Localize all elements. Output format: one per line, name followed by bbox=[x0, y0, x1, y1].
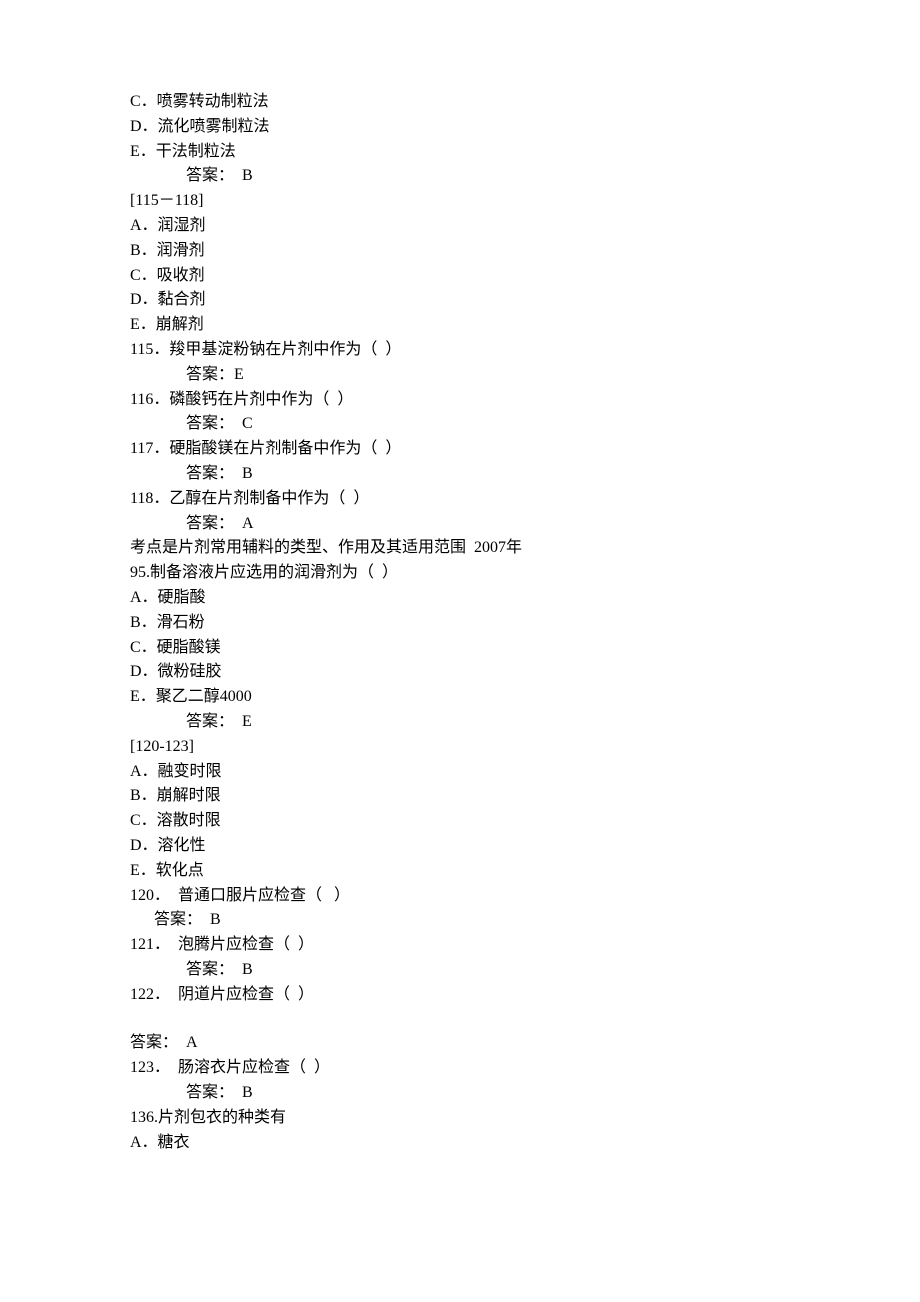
text-line bbox=[130, 1007, 790, 1031]
text-line: 答案： B bbox=[130, 462, 790, 487]
text-line: B．滑石粉 bbox=[130, 611, 790, 636]
text-line: 答案： A bbox=[130, 1031, 790, 1056]
text-line: 95.制备溶液片应选用的润滑剂为（ ） bbox=[130, 561, 790, 586]
text-line: 123． 肠溶衣片应检查（ ） bbox=[130, 1056, 790, 1081]
text-line: C．溶散时限 bbox=[130, 809, 790, 834]
text-line: A．硬脂酸 bbox=[130, 586, 790, 611]
text-line: D．黏合剂 bbox=[130, 288, 790, 313]
text-line: 答案： B bbox=[130, 164, 790, 189]
text-line: 118．乙醇在片剂制备中作为（ ） bbox=[130, 487, 790, 512]
text-line: 136.片剂包衣的种类有 bbox=[130, 1106, 790, 1131]
text-line: E．软化点 bbox=[130, 859, 790, 884]
text-line: 116．磷酸钙在片剂中作为（ ） bbox=[130, 388, 790, 413]
text-line: D．溶化性 bbox=[130, 834, 790, 859]
text-line: 答案： B bbox=[130, 1081, 790, 1106]
text-line: 答案： C bbox=[130, 412, 790, 437]
text-line: 答案： A bbox=[130, 512, 790, 537]
text-line: C．硬脂酸镁 bbox=[130, 636, 790, 661]
text-line: 考点是片剂常用辅料的类型、作用及其适用范围 2007年 bbox=[130, 536, 790, 561]
text-line: E．聚乙二醇4000 bbox=[130, 685, 790, 710]
text-line: 121． 泡腾片应检查（ ） bbox=[130, 933, 790, 958]
text-line: D．流化喷雾制粒法 bbox=[130, 115, 790, 140]
text-line: B．润滑剂 bbox=[130, 239, 790, 264]
text-line: 115．羧甲基淀粉钠在片剂中作为（ ） bbox=[130, 338, 790, 363]
text-line: [115－118] bbox=[130, 189, 790, 214]
text-line: C．吸收剂 bbox=[130, 264, 790, 289]
text-line: 117．硬脂酸镁在片剂制备中作为（ ） bbox=[130, 437, 790, 462]
text-line: D．微粉硅胶 bbox=[130, 660, 790, 685]
text-line: 答案： E bbox=[130, 710, 790, 735]
text-line: B．崩解时限 bbox=[130, 784, 790, 809]
text-line: 答案： B bbox=[130, 958, 790, 983]
text-line: A．润湿剂 bbox=[130, 214, 790, 239]
text-line: C．喷雾转动制粒法 bbox=[130, 90, 790, 115]
text-line: 答案：E bbox=[130, 363, 790, 388]
text-line: A．融变时限 bbox=[130, 760, 790, 785]
text-line: E．崩解剂 bbox=[130, 313, 790, 338]
text-line: 答案： B bbox=[130, 908, 790, 933]
text-line: [120-123] bbox=[130, 735, 790, 760]
text-line: A．糖衣 bbox=[130, 1131, 790, 1156]
text-line: 122． 阴道片应检查（ ） bbox=[130, 983, 790, 1008]
text-line: 120． 普通口服片应检查（ ） bbox=[130, 884, 790, 909]
text-line: E．干法制粒法 bbox=[130, 140, 790, 165]
